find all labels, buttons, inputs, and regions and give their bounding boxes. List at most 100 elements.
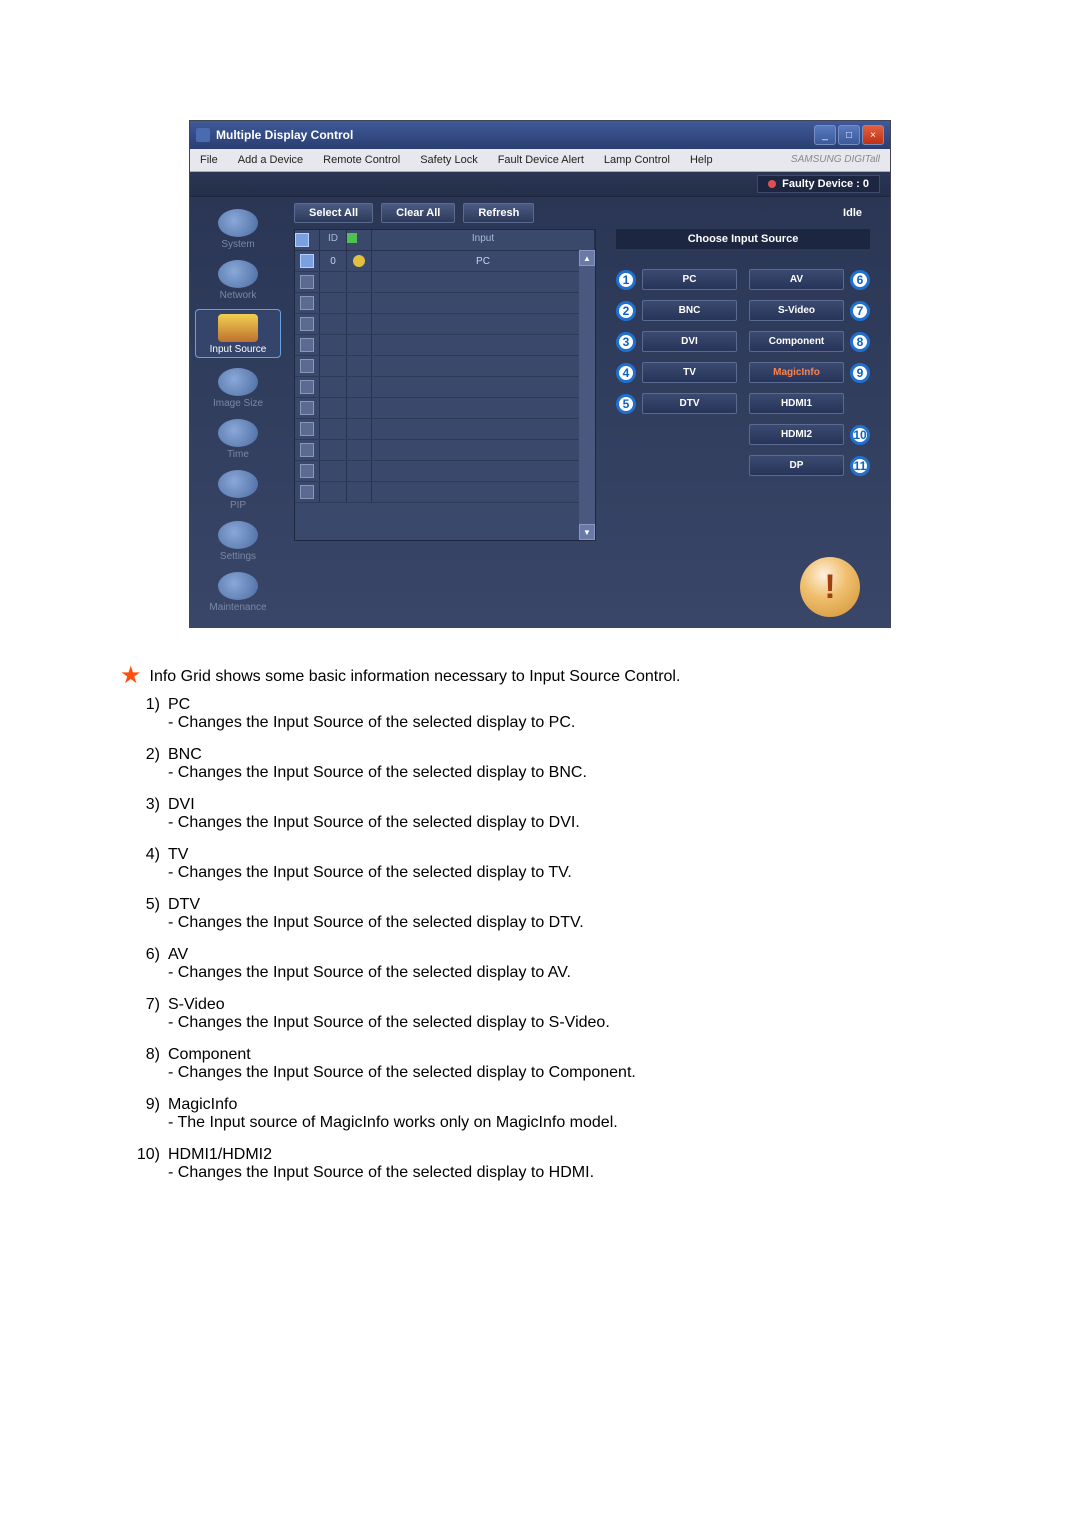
callout-badge-11: 11 [850,456,870,476]
table-row[interactable] [295,398,595,419]
table-row[interactable] [295,419,595,440]
doc-item: 8)Component- Changes the Input Source of… [120,1046,960,1082]
row-checkbox[interactable] [300,317,314,331]
doc-item-title: PC [168,696,190,714]
table-row[interactable] [295,377,595,398]
source-bnc-button[interactable]: BNC [642,300,737,321]
menu-remote-control[interactable]: Remote Control [313,151,410,169]
menu-file[interactable]: File [190,151,228,169]
doc-item-num: 3) [120,796,168,814]
source-dtv-button[interactable]: DTV [642,393,737,414]
sidebar-label: System [196,239,280,250]
sidebar-label: Time [196,449,280,460]
table-row[interactable] [295,314,595,335]
menu-safety-lock[interactable]: Safety Lock [410,151,487,169]
sidebar-item-pip[interactable]: PIP [196,468,280,511]
table-row[interactable] [295,482,595,503]
source-magicinfo-button[interactable]: MagicInfo [749,362,844,383]
sidebar-item-input-source[interactable]: Input Source [195,309,281,358]
doc-item-num: 8) [120,1046,168,1064]
row-checkbox[interactable] [300,254,314,268]
sidebar-label: Maintenance [196,602,280,613]
faulty-device-status: Faulty Device : 0 [757,175,880,193]
row-checkbox[interactable] [300,485,314,499]
sidebar-item-settings[interactable]: Settings [196,519,280,562]
maintenance-icon [218,572,258,600]
table-row[interactable]: 0 PC [295,251,595,272]
source-tv-button[interactable]: TV [642,362,737,383]
row-checkbox[interactable] [300,464,314,478]
refresh-button[interactable]: Refresh [463,203,534,223]
table-row[interactable] [295,461,595,482]
select-all-button[interactable]: Select All [294,203,373,223]
doc-item: 7)S-Video- Changes the Input Source of t… [120,996,960,1032]
doc-item: 4)TV- Changes the Input Source of the se… [120,846,960,882]
table-row[interactable] [295,440,595,461]
row-checkbox[interactable] [300,359,314,373]
doc-item-desc: - Changes the Input Source of the select… [168,714,960,732]
faulty-dot-icon [768,180,776,188]
sidebar-label: Network [196,290,280,301]
callout-badge-9: 9 [850,363,870,383]
source-hdmi1-button[interactable]: HDMI1 [749,393,844,414]
sidebar-item-system[interactable]: System [196,207,280,250]
row-checkbox[interactable] [300,296,314,310]
doc-item-desc: - Changes the Input Source of the select… [168,1164,960,1182]
time-icon [218,419,258,447]
row-checkbox[interactable] [300,401,314,415]
callout-badge-5: 5 [616,394,636,414]
row-checkbox[interactable] [300,380,314,394]
row-checkbox[interactable] [300,338,314,352]
doc-item-title: Component [168,1046,251,1064]
table-row[interactable] [295,293,595,314]
grid-header-checkbox[interactable] [295,230,320,250]
network-icon [218,260,258,288]
doc-item-title: DVI [168,796,195,814]
grid-scrollbar[interactable]: ▲ ▼ [579,250,595,540]
sidebar-item-image-size[interactable]: Image Size [196,366,280,409]
row-checkbox[interactable] [300,422,314,436]
callout-badge-10: 10 [850,425,870,445]
doc-item-title: HDMI1/HDMI2 [168,1146,272,1164]
row-checkbox[interactable] [300,275,314,289]
toolbar: Select All Clear All Refresh Idle [286,197,890,229]
table-row[interactable] [295,356,595,377]
source-hdmi2-button[interactable]: HDMI2 [749,424,844,445]
star-icon: ★ [120,668,142,684]
doc-item-desc: - Changes the Input Source of the select… [168,914,960,932]
callout-badge-3: 3 [616,332,636,352]
source-pc-button[interactable]: PC [642,269,737,290]
source-dp-button[interactable]: DP [749,455,844,476]
table-row[interactable] [295,272,595,293]
menu-help[interactable]: Help [680,151,723,169]
menu-lamp-control[interactable]: Lamp Control [594,151,680,169]
doc-item: 2)BNC- Changes the Input Source of the s… [120,746,960,782]
grid-header-status [347,230,372,250]
source-svideo-button[interactable]: S-Video [749,300,844,321]
sidebar-item-time[interactable]: Time [196,417,280,460]
doc-item-num: 6) [120,946,168,964]
scroll-up-icon[interactable]: ▲ [579,250,595,266]
title-bar: Multiple Display Control _ □ × [190,121,890,149]
menu-add-device[interactable]: Add a Device [228,151,313,169]
row-checkbox[interactable] [300,443,314,457]
menu-fault-device-alert[interactable]: Fault Device Alert [488,151,594,169]
sidebar-item-network[interactable]: Network [196,258,280,301]
close-button[interactable]: × [862,125,884,145]
table-row[interactable] [295,335,595,356]
alert-icon: ! [800,557,860,617]
sidebar-item-maintenance[interactable]: Maintenance [196,570,280,613]
source-av-button[interactable]: AV [749,269,844,290]
minimize-button[interactable]: _ [814,125,836,145]
row-input: PC [372,251,595,271]
grid-header-id: ID [320,230,347,250]
sidebar: System Network Input Source Image Size T… [190,197,286,627]
source-dvi-button[interactable]: DVI [642,331,737,352]
source-component-button[interactable]: Component [749,331,844,352]
maximize-button[interactable]: □ [838,125,860,145]
doc-item: 3)DVI- Changes the Input Source of the s… [120,796,960,832]
doc-item-title: MagicInfo [168,1096,237,1114]
grid-header-input: Input [372,230,595,250]
scroll-down-icon[interactable]: ▼ [579,524,595,540]
clear-all-button[interactable]: Clear All [381,203,455,223]
